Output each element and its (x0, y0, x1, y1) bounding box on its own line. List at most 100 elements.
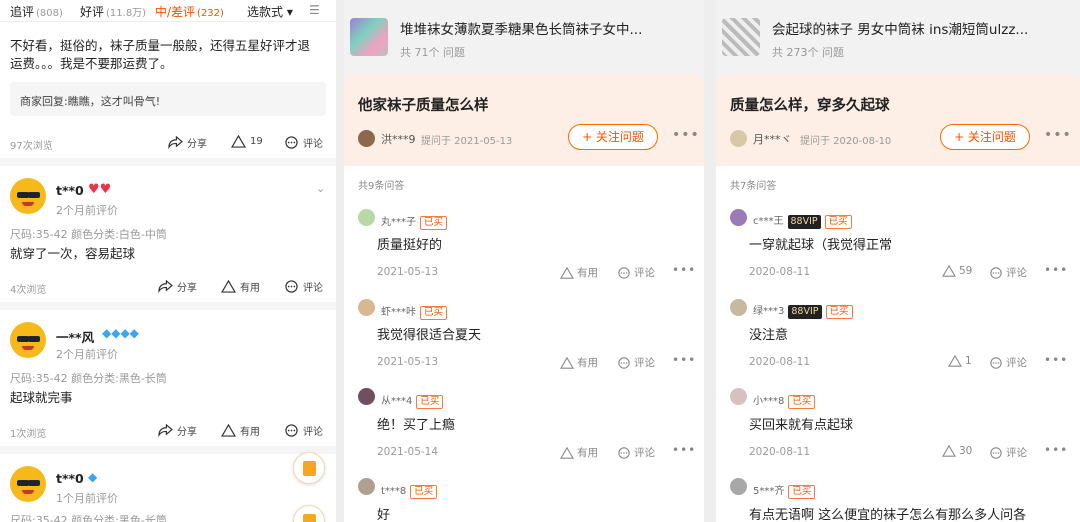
more-icon[interactable]: ••• (672, 263, 696, 277)
coupon-icon (303, 461, 316, 476)
avatar[interactable] (10, 178, 46, 214)
comment-button[interactable]: 评论 (989, 355, 1027, 370)
qa-panel-1: 堆堆袜女薄款夏季糖果色长筒袜子女中... 共 71个 问题 他家袜子质量怎么样 … (344, 0, 704, 522)
answer-user-row: 丸***子 已买 (381, 210, 448, 230)
answer-text[interactable]: 我觉得很适合夏天 (377, 324, 481, 343)
select-style-dropdown[interactable]: 选款式 ▾ (247, 3, 293, 20)
answer-user-row: 绿***3 88VIP 已买 (753, 299, 853, 319)
comment-button[interactable]: 评论 (284, 279, 323, 294)
review-text-line2: 运费。。。我是不要那运费了。 (10, 56, 173, 71)
view-count: 4次浏览 (10, 285, 47, 296)
share-button[interactable]: 分享 (158, 279, 197, 294)
ask-date: 提问于 2021-05-13 (421, 136, 513, 147)
more-icon[interactable]: ••• (672, 353, 696, 367)
floating-cart-button[interactable] (293, 505, 325, 522)
comment-icon (285, 280, 298, 293)
more-icon[interactable]: ••• (1044, 263, 1068, 277)
review-time: 2个月前评价 (56, 348, 118, 361)
comment-button[interactable]: 评论 (617, 265, 655, 280)
avatar[interactable] (358, 478, 375, 495)
answer-user-row: c***王 88VIP 已买 (753, 209, 852, 229)
answerer-name: 从***4 (381, 396, 413, 407)
answer-user-row: 虾***咔 已买 (381, 300, 448, 320)
divider (0, 302, 336, 310)
useful-button[interactable]: 1 (948, 355, 972, 367)
answer-user-row: 小***8 已买 (753, 389, 816, 409)
avatar[interactable] (730, 209, 747, 226)
bought-badge: 已买 (788, 395, 816, 409)
avatar[interactable] (730, 478, 747, 495)
follow-question-button[interactable]: + 关注问题 (568, 124, 658, 150)
triangle-like-icon (231, 135, 246, 148)
reviewer-name: t**0 (56, 183, 84, 198)
share-button[interactable]: 分享 (168, 135, 207, 150)
comment-button[interactable]: 评论 (284, 423, 323, 438)
review-text-line1: 不好看，挺俗的，袜子质量一般般，还得五星好评才退 (10, 38, 311, 53)
view-count: 97次浏览 (10, 141, 53, 152)
avatar[interactable] (10, 322, 46, 358)
product-title[interactable]: 会起球的袜子 男女中筒袜 ins潮短筒ulzz... (772, 18, 1028, 38)
avatar[interactable] (730, 388, 747, 405)
tab-positive[interactable]: 好评 (11.8万) (80, 3, 146, 20)
floating-coupon-button[interactable] (293, 452, 325, 484)
answer-text[interactable]: 买回来就有点起球 (749, 414, 853, 433)
answer-date: 2020-08-11 (749, 356, 811, 368)
comment-button[interactable]: 评论 (617, 355, 655, 370)
avatar[interactable] (730, 299, 747, 316)
comment-button[interactable]: 评论 (989, 265, 1027, 280)
answer-total: 共7条问答 (730, 181, 777, 192)
more-icon[interactable]: ••• (1044, 127, 1072, 143)
share-button[interactable]: 分享 (158, 423, 197, 438)
answer-text[interactable]: 没注意 (749, 324, 788, 343)
chevron-down-icon[interactable]: ⌄ (316, 182, 325, 195)
sku-info: 尺码:35-42 颜色分类:黑色-长筒 (10, 372, 167, 385)
answer-text[interactable]: 好 (377, 504, 390, 522)
more-icon[interactable]: ••• (1044, 353, 1068, 367)
answer-text[interactable]: 质量挺好的 (377, 234, 442, 253)
answerer-name: t***8 (381, 486, 407, 497)
product-title[interactable]: 堆堆袜女薄款夏季糖果色长筒袜子女中... (400, 18, 642, 38)
product-thumbnail[interactable] (350, 18, 388, 56)
vip-badge: 88VIP (787, 215, 821, 229)
question-card: 质量怎么样，穿多久起球 月***ヾ 提问于 2020-08-10 + 关注问题 … (716, 74, 1080, 166)
review-text: 起球就完事 (10, 390, 73, 405)
answerer-name: 丸***子 (381, 217, 416, 228)
comment-icon (285, 136, 298, 149)
avatar[interactable] (10, 466, 46, 502)
filter-icon[interactable]: ☰ (309, 3, 320, 17)
answer-date: 2021-05-13 (377, 356, 439, 368)
useful-button[interactable]: 有用 (560, 445, 598, 460)
useful-button[interactable]: 30 (942, 445, 972, 457)
avatar[interactable] (358, 388, 375, 405)
avatar[interactable] (358, 209, 375, 226)
follow-question-button[interactable]: + 关注问题 (940, 124, 1030, 150)
useful-button[interactable]: 有用 (221, 279, 260, 294)
useful-button[interactable]: 59 (942, 265, 972, 277)
heart-level-icon: ♥♥ (88, 182, 112, 197)
useful-button[interactable]: 有用 (221, 423, 260, 438)
avatar[interactable] (358, 130, 375, 147)
bought-badge: 已买 (788, 485, 816, 499)
useful-button[interactable]: 有用 (560, 265, 598, 280)
tab-follow-up[interactable]: 追评 (808) (10, 3, 63, 20)
comment-button[interactable]: 评论 (617, 445, 655, 460)
question-count: 共 273个 问题 (772, 46, 844, 59)
more-icon[interactable]: ••• (672, 443, 696, 457)
answer-text[interactable]: 绝！买了上瘾 (377, 414, 455, 433)
comment-button[interactable]: 评论 (989, 445, 1027, 460)
answer-text[interactable]: 有点无语啊 这么便宜的袜子怎么有那么多人问各 (749, 504, 1026, 522)
avatar[interactable] (358, 299, 375, 316)
more-icon[interactable]: ••• (672, 127, 700, 143)
product-thumbnail[interactable] (722, 18, 760, 56)
triangle-like-icon (560, 266, 574, 279)
comment-button[interactable]: 评论 (284, 135, 323, 150)
tab-negative[interactable]: 中/差评 (232) (155, 3, 224, 20)
vip-badge: 88VIP (788, 305, 822, 319)
like-button[interactable]: 19 (231, 135, 263, 148)
answer-text[interactable]: 一穿就起球（我觉得正常 (749, 234, 892, 253)
answer-user-row: 5***齐 已买 (753, 479, 816, 499)
answer-date: 2021-05-13 (377, 266, 439, 278)
avatar[interactable] (730, 130, 747, 147)
more-icon[interactable]: ••• (1044, 443, 1068, 457)
useful-button[interactable]: 有用 (560, 355, 598, 370)
